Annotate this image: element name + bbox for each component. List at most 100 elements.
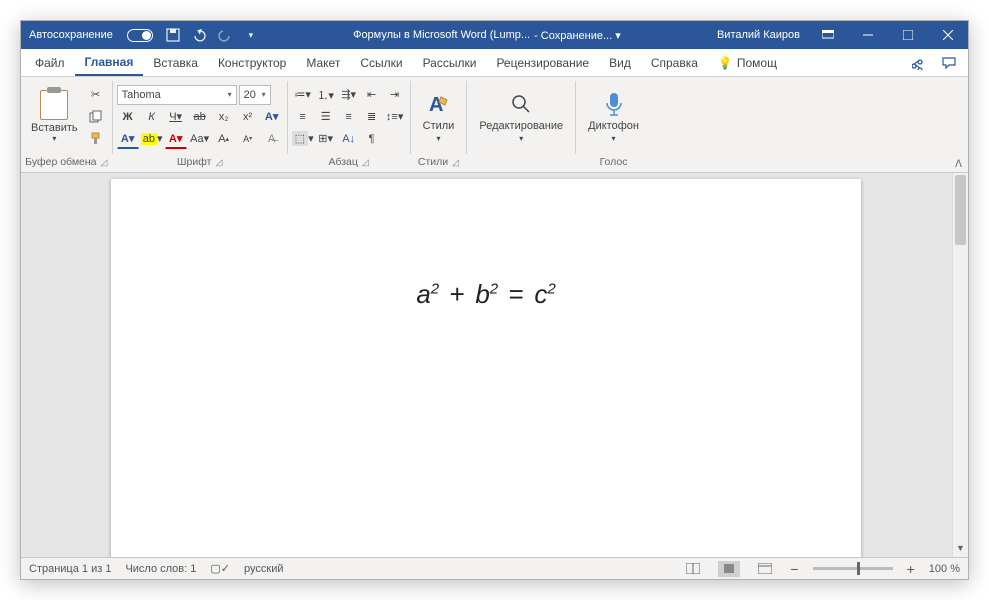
align-left-button[interactable]: ≡ [292, 107, 314, 127]
font-size-combo[interactable]: 20▾ [239, 85, 271, 105]
tab-file[interactable]: Файл [25, 49, 75, 76]
align-right-button[interactable]: ≡ [338, 107, 360, 127]
font-color2-button[interactable]: A▾ [117, 129, 139, 149]
group-paragraph: ≔▾ ⒈▾ ⇶▾ ⇤ ⇥ ≡ ☰ ≡ ≣ ↕≡▾ ⬚▾ [288, 77, 410, 172]
undo-icon[interactable] [191, 27, 207, 43]
read-mode-icon[interactable] [682, 561, 704, 577]
subscript-button[interactable]: x₂ [213, 107, 235, 127]
styles-label: Стили [423, 120, 455, 132]
numbering-button[interactable]: ⒈▾ [315, 85, 337, 105]
cut-icon[interactable]: ✂ [87, 86, 105, 104]
document-title: Формулы в Microsoft Word (Lump... [353, 29, 530, 42]
close-icon[interactable] [928, 21, 968, 49]
maximize-icon[interactable] [888, 21, 928, 49]
styles-launcher-icon[interactable]: ◿ [452, 157, 459, 168]
borders-button[interactable]: ⊞▾ [315, 129, 337, 149]
zoom-out-button[interactable]: − [790, 561, 798, 577]
autosave-toggle[interactable] [127, 29, 153, 42]
shading-button[interactable]: ⬚▾ [292, 129, 314, 149]
tab-design[interactable]: Конструктор [208, 49, 296, 76]
voice-group-label: Голос [600, 156, 628, 168]
paragraph-launcher-icon[interactable]: ◿ [362, 157, 369, 168]
styles-button[interactable]: A Стили▾ [415, 86, 463, 147]
highlight-button[interactable]: ab▾ [141, 129, 163, 149]
shrink-font-button[interactable]: A▾ [237, 129, 259, 149]
zoom-slider[interactable] [813, 567, 893, 570]
zoom-in-button[interactable]: + [907, 561, 915, 577]
group-clipboard: Вставить ▾ ✂ Буфер обмена ◿ [21, 77, 112, 172]
increase-indent-button[interactable]: ⇥ [384, 85, 406, 105]
user-name[interactable]: Виталий Каиров [709, 29, 808, 41]
tellme-search[interactable]: 💡Помощ [708, 49, 787, 76]
editing-button[interactable]: Редактирование▾ [471, 86, 571, 147]
dictate-label: Диктофон [588, 120, 639, 132]
statusbar: Страница 1 из 1 Число слов: 1 ▢✓ русский… [21, 557, 968, 579]
collapse-ribbon-icon[interactable]: ᐱ [955, 159, 962, 170]
document-area[interactable]: a2 + b2 = c2 ▲ ▼ [21, 173, 968, 557]
copy-icon[interactable] [87, 108, 105, 126]
underline-button[interactable]: Ч▾ [165, 107, 187, 127]
language-indicator[interactable]: русский [244, 563, 283, 575]
scroll-down-icon[interactable]: ▼ [953, 543, 968, 557]
multilevel-button[interactable]: ⇶▾ [338, 85, 360, 105]
paragraph-group-label: Абзац [328, 156, 357, 168]
tab-mailings[interactable]: Рассылки [413, 49, 487, 76]
zoom-level[interactable]: 100 % [929, 563, 960, 575]
tab-review[interactable]: Рецензирование [486, 49, 599, 76]
show-marks-button[interactable]: ¶ [361, 129, 383, 149]
autosave-label: Автосохранение [21, 29, 121, 41]
line-spacing-button[interactable]: ↕≡▾ [384, 107, 406, 127]
minimize-icon[interactable] [848, 21, 888, 49]
grow-font-button[interactable]: A▴ [213, 129, 235, 149]
font-name-combo[interactable]: Tahoma▾ [117, 85, 237, 105]
web-layout-icon[interactable] [754, 561, 776, 577]
clipboard-launcher-icon[interactable]: ◿ [101, 157, 108, 168]
text-effects-button[interactable]: A▾ [261, 107, 283, 127]
page-indicator[interactable]: Страница 1 из 1 [29, 563, 111, 575]
superscript-button[interactable]: x² [237, 107, 259, 127]
editing-label: Редактирование [479, 120, 563, 132]
bullets-button[interactable]: ≔▾ [292, 85, 314, 105]
ribbon-display-icon[interactable] [808, 21, 848, 49]
group-editing: Редактирование▾ [467, 77, 575, 172]
paste-button[interactable]: Вставить ▾ [25, 90, 84, 143]
tab-home[interactable]: Главная [75, 49, 144, 76]
font-color-button[interactable]: A▾ [165, 129, 187, 149]
tab-layout[interactable]: Макет [296, 49, 350, 76]
word-count[interactable]: Число слов: 1 [125, 563, 196, 575]
tab-references[interactable]: Ссылки [350, 49, 412, 76]
share-button[interactable] [904, 49, 934, 76]
dictate-button[interactable]: Диктофон▾ [580, 86, 647, 147]
tab-help[interactable]: Справка [641, 49, 708, 76]
clipboard-group-label: Буфер обмена [25, 156, 96, 168]
clear-format-button[interactable]: A̶ [261, 129, 283, 149]
font-launcher-icon[interactable]: ◿ [215, 157, 222, 168]
sort-button[interactable]: A↓ [338, 129, 360, 149]
vertical-scrollbar[interactable]: ▲ ▼ [952, 173, 968, 557]
tab-view[interactable]: Вид [599, 49, 641, 76]
tab-insert[interactable]: Вставка [143, 49, 208, 76]
format-painter-icon[interactable] [87, 130, 105, 148]
group-styles: A Стили▾ Стили ◿ [411, 77, 467, 172]
document-page[interactable]: a2 + b2 = c2 [111, 179, 861, 557]
comments-button[interactable] [934, 49, 964, 76]
ribbon: Вставить ▾ ✂ Буфер обмена ◿ Tahoma▾ 20▾ [21, 77, 968, 173]
strike-button[interactable]: ab [189, 107, 211, 127]
styles-group-label: Стили [418, 156, 448, 168]
change-case-button[interactable]: Aa▾ [189, 129, 211, 149]
quick-access-toolbar: ▾ [159, 27, 265, 43]
print-layout-icon[interactable] [718, 561, 740, 577]
save-icon[interactable] [165, 27, 181, 43]
qat-more-icon[interactable]: ▾ [243, 27, 259, 43]
group-font: Tahoma▾ 20▾ Ж К Ч▾ ab x₂ x² A▾ A▾ ab [113, 77, 287, 172]
italic-button[interactable]: К [141, 107, 163, 127]
redo-icon[interactable] [217, 27, 233, 43]
equation[interactable]: a2 + b2 = c2 [111, 279, 861, 310]
bold-button[interactable]: Ж [117, 107, 139, 127]
scroll-thumb[interactable] [955, 175, 966, 245]
decrease-indent-button[interactable]: ⇤ [361, 85, 383, 105]
proofing-icon[interactable]: ▢✓ [210, 562, 230, 575]
group-voice: Диктофон▾ Голос [576, 77, 651, 172]
justify-button[interactable]: ≣ [361, 107, 383, 127]
align-center-button[interactable]: ☰ [315, 107, 337, 127]
